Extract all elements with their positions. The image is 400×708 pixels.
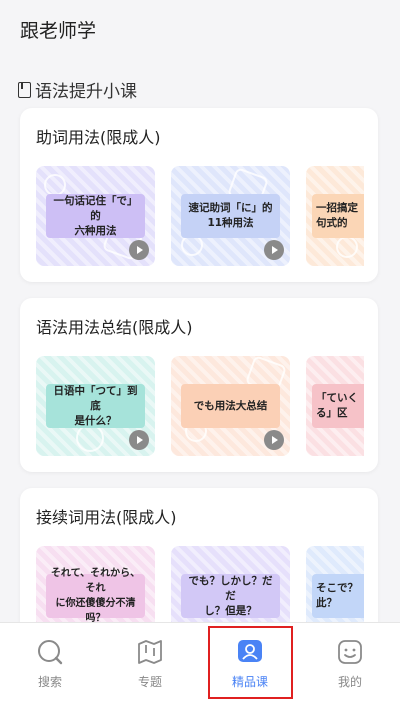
- tab-label: 专题: [137, 675, 162, 689]
- course-thumb-label: 一句话记住「で」的 六种用法: [46, 194, 145, 238]
- course-thumb-list[interactable]: 日语中「つて」到底 是什么？ でも用法大总结 「ていく る」区: [36, 356, 364, 456]
- course-thumb[interactable]: 日语中「つて」到底 是什么？: [36, 356, 155, 456]
- course-thumb[interactable]: 「ていく る」区: [306, 356, 364, 456]
- play-icon[interactable]: [129, 240, 149, 260]
- card-title: 语法用法总结(限成人): [36, 318, 193, 337]
- play-icon[interactable]: [264, 430, 284, 450]
- map-icon: [138, 640, 162, 664]
- card-title: 接续词用法(限成人): [36, 508, 177, 527]
- course-thumb-label: それて、それから、それ に你还傻傻分不清吗？: [46, 568, 145, 624]
- smile-face-icon: [338, 640, 362, 664]
- course-thumb-label: でも？しかし？だだ し？但是？: [181, 574, 280, 618]
- course-thumb[interactable]: 速记助词「に」的 11种用法: [171, 166, 290, 266]
- course-thumb-list[interactable]: 一句话记住「で」的 六种用法 速记助词「に」的 11种用法 一招搞定「 句式的: [36, 166, 364, 266]
- tab-topics[interactable]: 专题: [100, 623, 200, 708]
- search-icon: [38, 640, 63, 665]
- highlight-box: [208, 626, 293, 699]
- course-thumb-label: でも用法大总结: [181, 384, 280, 428]
- course-thumb-label: 速记助词「に」的 11种用法: [181, 194, 280, 238]
- section-title: 语法提升小课: [35, 82, 137, 102]
- tab-mine[interactable]: 我的: [300, 623, 400, 708]
- decor-circle: [336, 236, 358, 258]
- play-icon[interactable]: [264, 240, 284, 260]
- course-thumb-label: 日语中「つて」到底 是什么？: [46, 384, 145, 428]
- bottom-tab-bar: 搜索 专题 精品课 我的: [0, 622, 400, 708]
- tab-label: 搜索: [37, 675, 62, 689]
- play-icon[interactable]: [129, 430, 149, 450]
- app-header: 跟老师学: [0, 0, 400, 62]
- course-thumb-label: 一招搞定「 句式的: [312, 194, 364, 238]
- course-thumb-label: そこで？ 此？: [312, 574, 364, 618]
- tab-label: 我的: [337, 675, 362, 689]
- course-thumb[interactable]: 一句话记住「で」的 六种用法: [36, 166, 155, 266]
- course-thumb[interactable]: でも用法大总结: [171, 356, 290, 456]
- course-thumb[interactable]: 一招搞定「 句式的: [306, 166, 364, 266]
- course-card-grammar-summary[interactable]: 语法用法总结(限成人) 日语中「つて」到底 是什么？ でも用法大总结 「ていく る」…: [20, 298, 378, 472]
- course-card-particles[interactable]: 助词用法(限成人) 一句话记住「で」的 六种用法 速记助词「に」的 11种用法 一招…: [20, 108, 378, 282]
- page-title: 跟老师学: [20, 20, 97, 42]
- tab-search[interactable]: 搜索: [0, 623, 100, 708]
- section-header: 语法提升小课: [18, 77, 137, 102]
- course-thumb-label: 「ていく る」区: [312, 384, 364, 428]
- book-icon: [18, 81, 31, 98]
- card-title: 助词用法(限成人): [36, 128, 161, 147]
